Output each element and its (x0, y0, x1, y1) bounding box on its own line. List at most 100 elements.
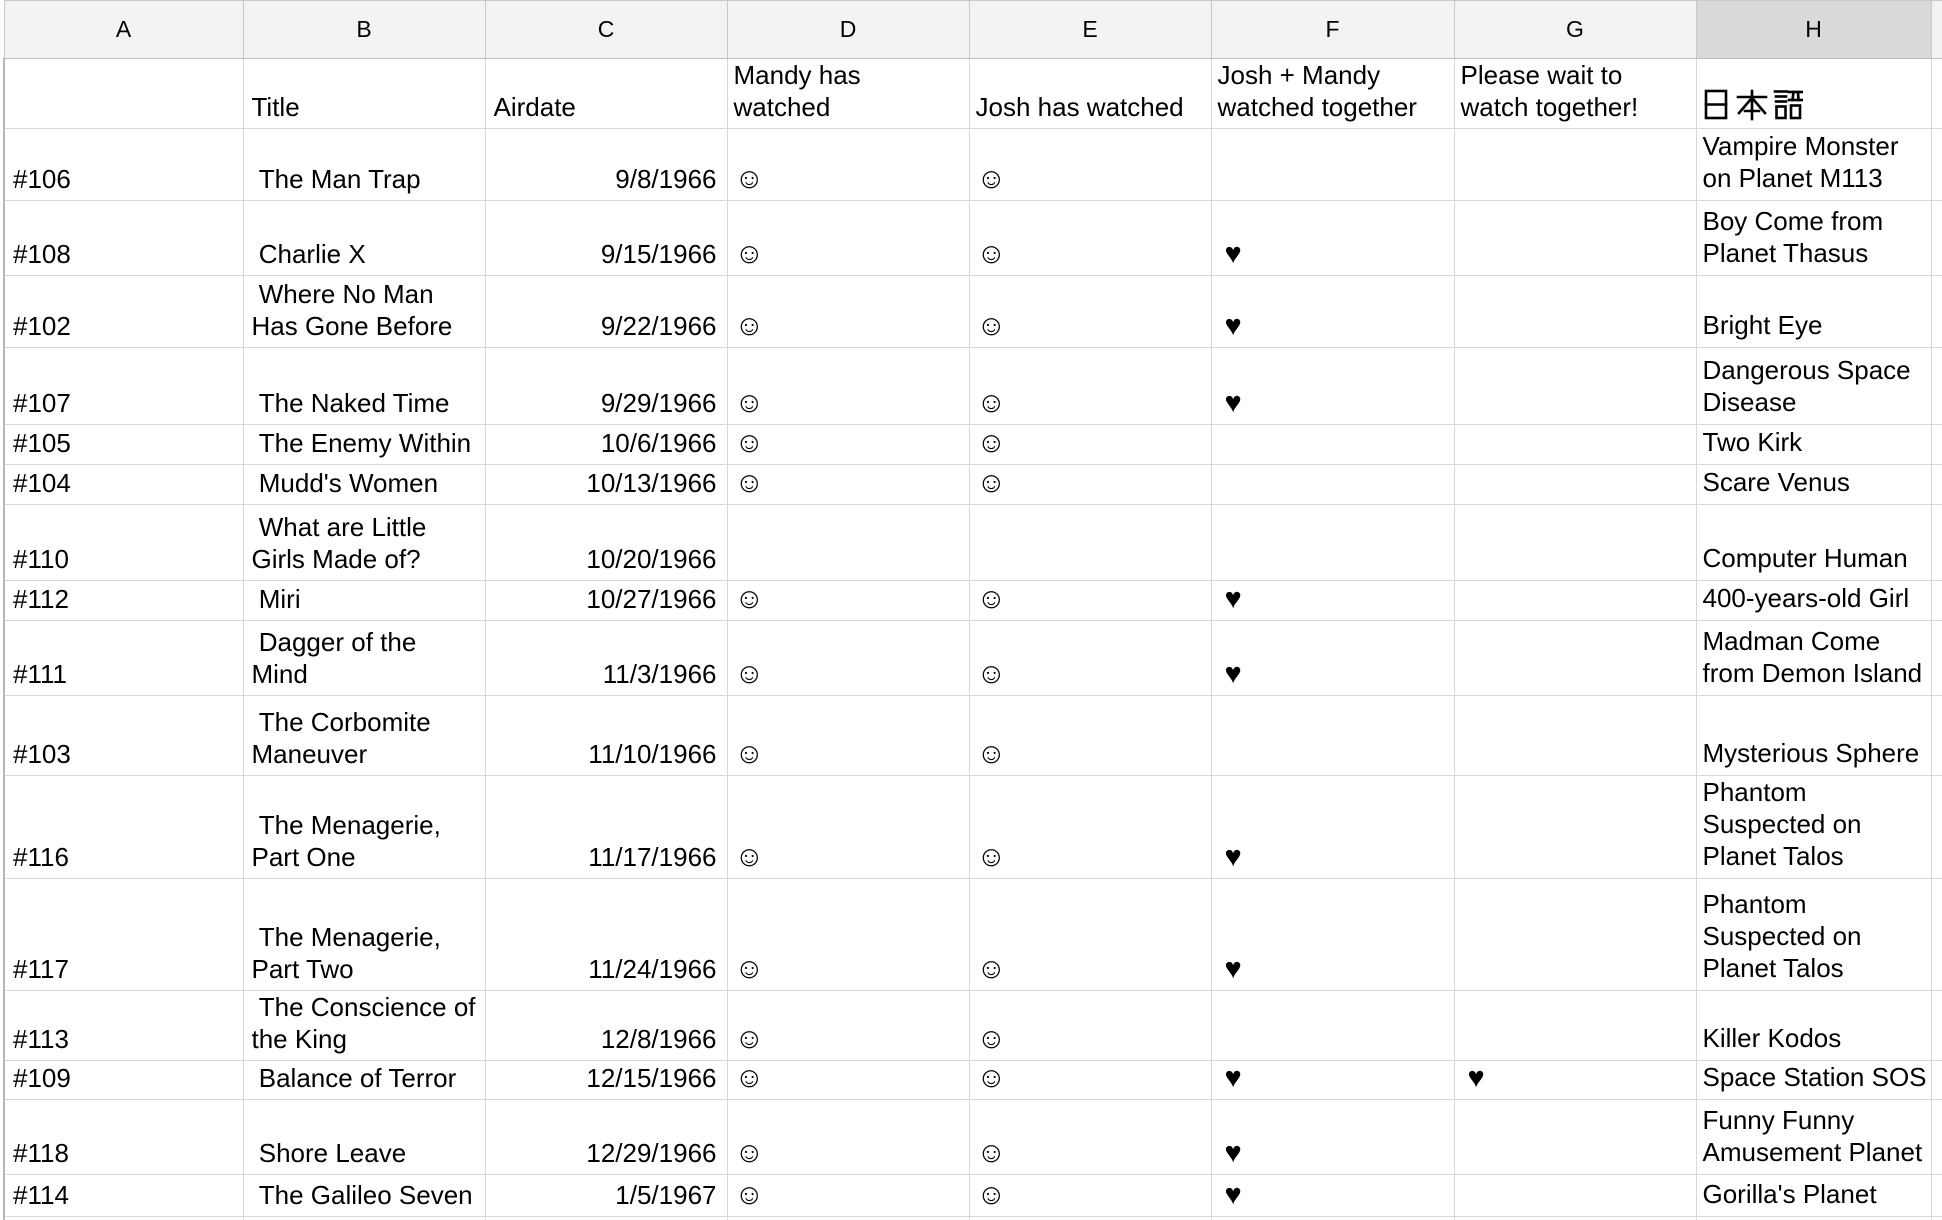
cell-japanese-title[interactable]: Gorilla's Planet (1696, 1175, 1931, 1217)
cell-watched-together[interactable] (1211, 465, 1454, 505)
cell-title[interactable]: Balance of Terror (243, 1061, 485, 1100)
cell-wait-together[interactable] (1454, 348, 1696, 425)
cell-partial[interactable] (4, 1217, 243, 1220)
cell-japanese-title[interactable]: Funny Funny Amusement Planet (1696, 1100, 1931, 1175)
cell-episode-number[interactable]: #102 (4, 276, 243, 348)
cell-i-sliver[interactable] (1931, 696, 1942, 776)
cell-mandy-watched[interactable]: ☺ (727, 696, 969, 776)
cell-japanese-title[interactable]: Space Station SOS (1696, 1061, 1931, 1100)
column-header-e[interactable]: E (969, 1, 1211, 59)
cell-episode-number[interactable]: #109 (4, 1061, 243, 1100)
cell-mandy-watched[interactable]: ☺ (727, 129, 969, 201)
cell-i-sliver[interactable] (1931, 425, 1942, 465)
cell-mandy-watched[interactable]: ☺ (727, 776, 969, 879)
cell-wait-together-header[interactable]: Please wait to watch together! (1454, 59, 1696, 129)
cell-episode-number[interactable]: #104 (4, 465, 243, 505)
cell-mandy-watched[interactable]: ☺ (727, 1061, 969, 1100)
cell-watched-together[interactable] (1211, 129, 1454, 201)
cell-japanese-title[interactable]: Killer Kodos (1696, 991, 1931, 1061)
cell-i-sliver[interactable] (1931, 276, 1942, 348)
cell-watched-together[interactable] (1211, 991, 1454, 1061)
cell-josh-watched[interactable]: ☺ (969, 879, 1211, 991)
cell-airdate[interactable]: 11/17/1966 (485, 776, 727, 879)
cell-japanese-title[interactable]: Vampire Monster on Planet M113 (1696, 129, 1931, 201)
cell-japanese-title[interactable]: Phantom Suspected on Planet Talos (1696, 776, 1931, 879)
cell-japanese-title[interactable]: Dangerous Space Disease (1696, 348, 1931, 425)
cell-josh-watched[interactable]: ☺ (969, 1100, 1211, 1175)
cell-watched-together[interactable]: ♥ (1211, 776, 1454, 879)
cell-mandy-watched[interactable]: ☺ (727, 991, 969, 1061)
cell-episode-number[interactable]: #117 (4, 879, 243, 991)
cell-episode-number[interactable]: #108 (4, 201, 243, 276)
cell-episode-number[interactable]: #111 (4, 621, 243, 696)
cell-title-header[interactable]: Title (243, 59, 485, 129)
cell-i-sliver[interactable] (1931, 776, 1942, 879)
cell-title[interactable]: The Enemy Within (243, 425, 485, 465)
column-header-d[interactable]: D (727, 1, 969, 59)
cell-airdate-header[interactable]: Airdate (485, 59, 727, 129)
cell-wait-together[interactable] (1454, 505, 1696, 581)
cell-josh-watched[interactable]: ☺ (969, 621, 1211, 696)
cell-title[interactable]: Mudd's Women (243, 465, 485, 505)
cell-mandy-watched[interactable]: ☺ (727, 276, 969, 348)
cell-episode-number[interactable]: #107 (4, 348, 243, 425)
cell-airdate[interactable]: 12/8/1966 (485, 991, 727, 1061)
cell-i-sliver[interactable] (1931, 59, 1942, 129)
cell-i-sliver[interactable] (1931, 879, 1942, 991)
cell-airdate[interactable]: 12/29/1966 (485, 1100, 727, 1175)
cell-title[interactable]: The Corbomite Maneuver (243, 696, 485, 776)
cell-airdate[interactable]: 9/8/1966 (485, 129, 727, 201)
cell-title[interactable]: The Menagerie, Part Two (243, 879, 485, 991)
cell-watched-together[interactable]: ♥ (1211, 879, 1454, 991)
cell-watched-together[interactable]: ♥ (1211, 581, 1454, 621)
column-header-h-selected[interactable]: H (1696, 1, 1931, 59)
cell-partial[interactable] (1931, 1217, 1942, 1220)
cell-japanese-title[interactable]: Phantom Suspected on Planet Talos (1696, 879, 1931, 991)
cell-i-sliver[interactable] (1931, 465, 1942, 505)
cell-josh-watched[interactable]: ☺ (969, 129, 1211, 201)
cell-wait-together[interactable] (1454, 1100, 1696, 1175)
cell-i-sliver[interactable] (1931, 1175, 1942, 1217)
cell-wait-together[interactable] (1454, 465, 1696, 505)
cell-watched-together[interactable]: ♥ (1211, 276, 1454, 348)
cell-partial[interactable] (1454, 1217, 1696, 1220)
cell-wait-together[interactable] (1454, 276, 1696, 348)
column-header-b[interactable]: B (243, 1, 485, 59)
cell-i-sliver[interactable] (1931, 991, 1942, 1061)
cell-title[interactable]: The Man Trap (243, 129, 485, 201)
cell-josh-watched[interactable] (969, 505, 1211, 581)
cell-japanese-title[interactable]: Bright Eye (1696, 276, 1931, 348)
cell-japanese-title[interactable]: Mysterious Sphere (1696, 696, 1931, 776)
cell-airdate[interactable]: 11/24/1966 (485, 879, 727, 991)
cell-title[interactable]: The Conscience of the King (243, 991, 485, 1061)
cell-i-sliver[interactable] (1931, 201, 1942, 276)
cell-watched-together[interactable]: ♥ (1211, 621, 1454, 696)
cell-wait-together[interactable] (1454, 129, 1696, 201)
cell-mandy-watched[interactable]: ☺ (727, 621, 969, 696)
cell-title[interactable]: The Naked Time (243, 348, 485, 425)
cell-airdate[interactable]: 9/15/1966 (485, 201, 727, 276)
cell-josh-watched[interactable]: ☺ (969, 581, 1211, 621)
cell-episode-number[interactable]: #110 (4, 505, 243, 581)
cell-mandy-watched[interactable]: ☺ (727, 581, 969, 621)
cell-airdate[interactable]: 10/13/1966 (485, 465, 727, 505)
cell-mandy-watched[interactable]: ☺ (727, 201, 969, 276)
cell-i-sliver[interactable] (1931, 621, 1942, 696)
cell-wait-together[interactable] (1454, 696, 1696, 776)
cell-josh-watched[interactable]: ☺ (969, 991, 1211, 1061)
cell-partial[interactable] (969, 1217, 1211, 1220)
cell-title[interactable]: Shore Leave (243, 1100, 485, 1175)
cell-a1-empty[interactable] (4, 59, 243, 129)
cell-mandy-watched[interactable]: ☺ (727, 1175, 969, 1217)
cell-airdate[interactable]: 11/10/1966 (485, 696, 727, 776)
cell-airdate[interactable]: 10/6/1966 (485, 425, 727, 465)
cell-japanese-header[interactable] (1696, 59, 1931, 129)
cell-episode-number[interactable]: #116 (4, 776, 243, 879)
cell-i-sliver[interactable] (1931, 1061, 1942, 1100)
cell-i-sliver[interactable] (1931, 1100, 1942, 1175)
column-header-f[interactable]: F (1211, 1, 1454, 59)
cell-mandy-watched[interactable]: ☺ (727, 465, 969, 505)
cell-mandy-watched[interactable]: ☺ (727, 879, 969, 991)
cell-josh-watched[interactable]: ☺ (969, 1061, 1211, 1100)
cell-watched-together-header[interactable]: Josh + Mandy watched together (1211, 59, 1454, 129)
